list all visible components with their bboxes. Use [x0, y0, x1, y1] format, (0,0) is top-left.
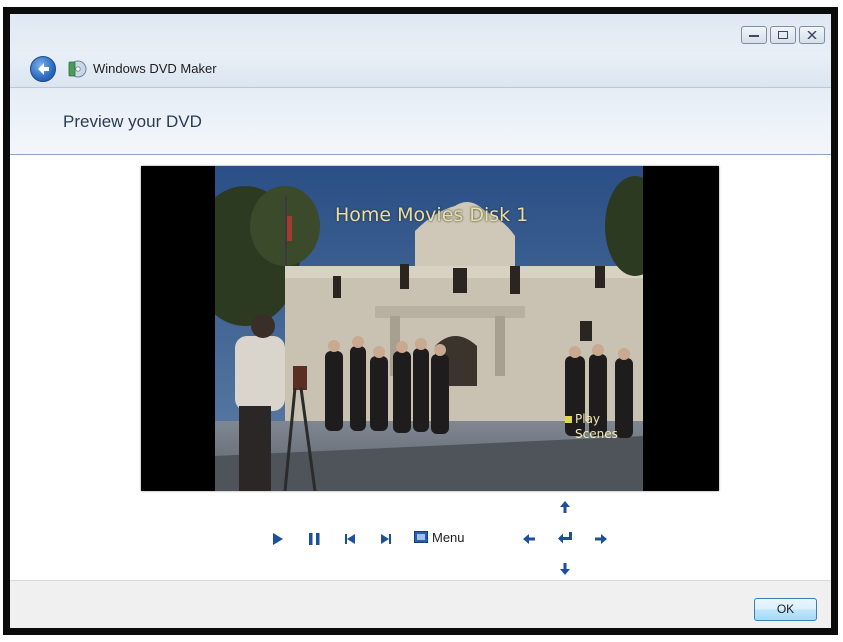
arrow-right-icon[interactable] [595, 534, 607, 544]
window-controls [741, 26, 825, 44]
dvd-maker-window: Windows DVD Maker Preview your DVD Home … [3, 7, 838, 635]
close-button[interactable] [799, 26, 825, 44]
arrow-down-icon[interactable] [560, 563, 570, 575]
play-scenes-line1: Play [575, 412, 601, 426]
play-scenes-menu-item[interactable]: Play Scenes [565, 412, 618, 442]
maximize-button[interactable] [770, 26, 796, 44]
pause-icon[interactable] [309, 533, 320, 545]
menu-button[interactable]: Menu [414, 529, 465, 545]
footer-bar: OK [10, 580, 831, 628]
menu-icon [414, 531, 428, 543]
maximize-icon [778, 31, 788, 39]
dvd-maker-icon [68, 60, 87, 78]
minimize-button[interactable] [741, 26, 767, 44]
window-client: Windows DVD Maker Preview your DVD Home … [10, 14, 831, 628]
play-scenes-line2: Scenes [575, 427, 618, 441]
close-icon [807, 31, 817, 39]
back-arrow-icon [38, 63, 49, 75]
minimize-icon [749, 31, 759, 37]
menu-bullet-icon [565, 416, 572, 423]
playback-controls: Menu [10, 491, 831, 580]
enter-icon[interactable] [558, 532, 572, 544]
dvd-menu-title: Home Movies Disk 1 [335, 204, 529, 226]
page-title: Preview your DVD [63, 112, 202, 131]
back-button[interactable] [30, 56, 56, 82]
arrow-left-icon[interactable] [523, 534, 535, 544]
ok-button[interactable]: OK [754, 598, 817, 621]
menu-label: Menu [432, 529, 465, 545]
app-title: Windows DVD Maker [93, 61, 217, 76]
play-icon[interactable] [272, 533, 284, 545]
arrow-up-icon[interactable] [560, 501, 570, 513]
video-frame: Home Movies Disk 1 Play Scenes [215, 166, 643, 491]
page-header: Preview your DVD [10, 87, 831, 155]
title-bar: Windows DVD Maker [10, 14, 831, 87]
content-area: Home Movies Disk 1 Play Scenes Menu [10, 155, 831, 580]
next-chapter-icon[interactable] [381, 534, 391, 544]
dvd-preview-screen[interactable]: Home Movies Disk 1 Play Scenes [141, 166, 719, 491]
previous-chapter-icon[interactable] [345, 534, 355, 544]
